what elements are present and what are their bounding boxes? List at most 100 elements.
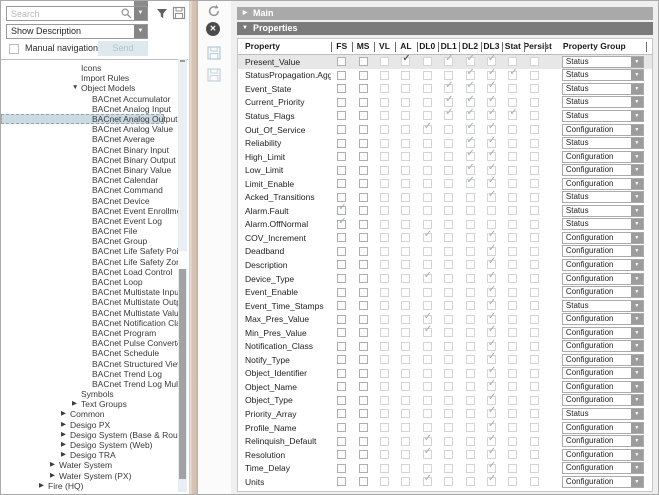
checkbox-dl3[interactable]: ✓ [487, 111, 496, 120]
checkbox-al[interactable] [401, 125, 410, 134]
checkbox-dl2[interactable] [466, 193, 475, 202]
checkbox-stat[interactable] [508, 179, 517, 188]
scrollbar-up-icon[interactable] [180, 60, 185, 62]
checkbox-vl[interactable] [380, 423, 389, 432]
checkbox-dl2[interactable] [466, 355, 475, 364]
checkbox-persist[interactable] [530, 315, 539, 324]
checkbox-dl2[interactable]: ✓ [466, 111, 475, 120]
checkbox-dl1[interactable] [444, 315, 453, 324]
checkbox-dl1[interactable]: ✓ [444, 57, 453, 66]
chevron-down-icon[interactable]: ▼ [631, 382, 643, 392]
checkbox-fs[interactable]: ✓ [337, 206, 346, 215]
chevron-down-icon[interactable]: ▼ [631, 219, 643, 229]
checkbox-persist[interactable] [530, 450, 539, 459]
checkbox-vl[interactable] [380, 409, 389, 418]
chevron-right-icon[interactable]: ▶ [50, 460, 59, 470]
checkbox-dl2[interactable]: ✓ [466, 71, 475, 80]
tree-item[interactable]: BACnet Multistate Value [1, 308, 178, 318]
checkbox-vl[interactable] [380, 288, 389, 297]
property-group-select[interactable]: Status▼ [562, 69, 644, 81]
checkbox-persist[interactable] [530, 423, 539, 432]
checkbox-ms[interactable] [359, 437, 368, 446]
checkbox-dl2[interactable]: ✓ [466, 125, 475, 134]
checkbox-fs[interactable] [337, 274, 346, 283]
checkbox-dl0[interactable] [423, 152, 432, 161]
checkbox-fs[interactable] [337, 260, 346, 269]
section-header-main[interactable]: ▶Main [237, 7, 653, 20]
checkbox-al[interactable] [401, 423, 410, 432]
checkbox-ms[interactable] [359, 206, 368, 215]
checkbox-dl1[interactable] [444, 423, 453, 432]
checkbox-vl[interactable] [380, 328, 389, 337]
checkbox-al[interactable] [401, 369, 410, 378]
checkbox-fs[interactable] [337, 125, 346, 134]
chevron-down-icon[interactable]: ▼ [631, 409, 643, 419]
checkbox-dl2[interactable] [466, 477, 475, 486]
chevron-down-icon[interactable]: ▼ [631, 463, 643, 473]
checkbox-dl0[interactable] [423, 166, 432, 175]
checkbox-ms[interactable] [359, 220, 368, 229]
checkbox-persist[interactable] [530, 274, 539, 283]
checkbox-ms[interactable] [359, 315, 368, 324]
checkbox-ms[interactable] [359, 342, 368, 351]
checkbox-dl1[interactable] [444, 437, 453, 446]
save-search-button[interactable] [172, 6, 186, 20]
checkbox-fs[interactable] [337, 57, 346, 66]
property-group-select[interactable]: Configuration▼ [562, 178, 644, 190]
checkbox-fs[interactable] [337, 477, 346, 486]
checkbox-vl[interactable] [380, 84, 389, 93]
checkbox-dl0[interactable] [423, 206, 432, 215]
checkbox-al[interactable] [401, 193, 410, 202]
checkbox-persist[interactable] [530, 233, 539, 242]
chevron-down-icon[interactable]: ▼ [631, 57, 643, 67]
checkbox-al[interactable] [401, 288, 410, 297]
property-group-select[interactable]: Configuration▼ [562, 422, 644, 434]
checkbox-dl3[interactable]: ✓ [487, 179, 496, 188]
tree-item[interactable]: BACnet Accumulator [1, 94, 178, 104]
checkbox-dl0[interactable] [423, 260, 432, 269]
checkbox-ms[interactable] [359, 355, 368, 364]
checkbox-persist[interactable] [530, 382, 539, 391]
checkbox-ms[interactable] [359, 152, 368, 161]
tree-item[interactable]: BACnet Trend Log [1, 369, 178, 379]
checkbox-al[interactable] [401, 450, 410, 459]
chevron-down-icon[interactable]: ▼ [631, 97, 643, 107]
checkbox-dl0[interactable]: ✓ [423, 328, 432, 337]
show-description-dropdown-button[interactable]: ▼ [134, 25, 147, 38]
checkbox-dl1[interactable] [444, 193, 453, 202]
chevron-right-icon[interactable]: ▶ [39, 481, 48, 491]
property-group-select[interactable]: Configuration▼ [562, 259, 644, 271]
property-group-select[interactable]: Configuration▼ [562, 286, 644, 298]
checkbox-ms[interactable] [359, 382, 368, 391]
tree-item[interactable]: BACnet Load Control [1, 267, 178, 277]
chevron-down-icon[interactable]: ▼ [631, 260, 643, 270]
chevron-down-icon[interactable]: ▼ [631, 111, 643, 121]
checkbox-dl3[interactable]: ✓ [487, 84, 496, 93]
checkbox-persist[interactable] [530, 57, 539, 66]
checkbox-dl3[interactable]: ✓ [487, 233, 496, 242]
chevron-right-icon[interactable]: ▶ [61, 409, 70, 419]
checkbox-al[interactable] [401, 396, 410, 405]
checkbox-dl1[interactable] [444, 233, 453, 242]
checkbox-al[interactable] [401, 342, 410, 351]
checkbox-vl[interactable] [380, 247, 389, 256]
tree-item[interactable]: BACnet Pulse Converter [1, 338, 178, 348]
checkbox-dl2[interactable] [466, 260, 475, 269]
checkbox-vl[interactable] [380, 450, 389, 459]
property-group-select[interactable]: Status▼ [562, 110, 644, 122]
property-group-select[interactable]: Status▼ [562, 56, 644, 68]
property-group-select[interactable]: Status▼ [562, 408, 644, 420]
checkbox-dl3[interactable]: ✓ [487, 477, 496, 486]
checkbox-ms[interactable] [359, 57, 368, 66]
save-icon[interactable] [206, 45, 222, 61]
checkbox-dl3[interactable]: ✓ [487, 152, 496, 161]
checkbox-ms[interactable] [359, 179, 368, 188]
tree-item[interactable]: ▶Water System [1, 460, 178, 470]
checkbox-dl0[interactable] [423, 84, 432, 93]
checkbox-dl3[interactable]: ✓ [487, 71, 496, 80]
checkbox-stat[interactable] [508, 301, 517, 310]
checkbox-dl1[interactable] [444, 139, 453, 148]
checkbox-persist[interactable] [530, 437, 539, 446]
checkbox-vl[interactable] [380, 301, 389, 310]
checkbox-persist[interactable] [530, 301, 539, 310]
